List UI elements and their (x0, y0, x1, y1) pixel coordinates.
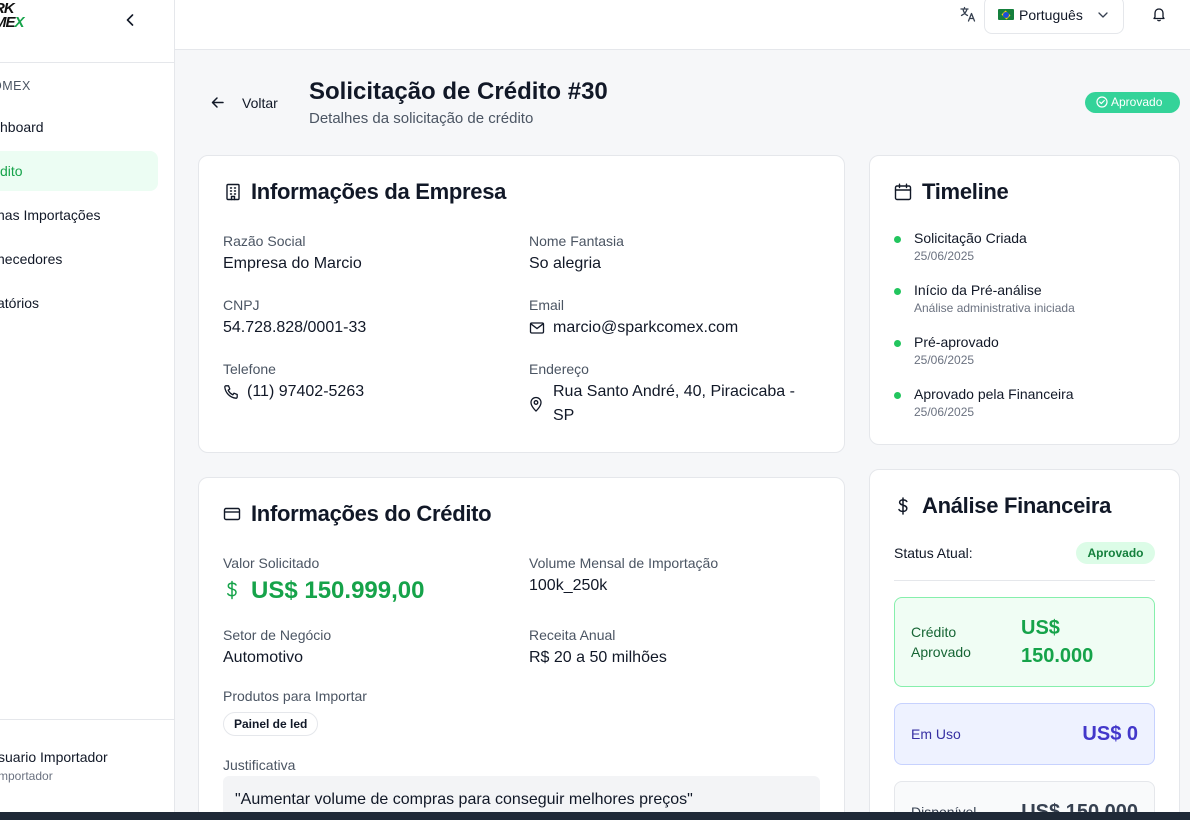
timeline-title: Timeline (922, 179, 1009, 204)
credit-card-title: Informações do Crédito (251, 501, 492, 526)
check-circle-icon (1096, 96, 1108, 108)
timeline-event-sub: 25/06/2025 (914, 249, 975, 263)
company-card-title: Informações da Empresa (251, 179, 507, 204)
email-label: Email (529, 297, 565, 313)
sidebar-item-label: necedores (0, 251, 63, 267)
map-pin-icon (530, 396, 542, 412)
timeline-dot (894, 340, 901, 347)
user-name: suario Importador (0, 749, 108, 765)
credit-card-icon (223, 507, 241, 521)
dollar-icon (227, 580, 237, 600)
sidebar-section-label: OMEX (0, 79, 31, 93)
timeline-event-title: Pré-aprovado (914, 334, 999, 350)
product-tag: Painel de led (223, 712, 319, 736)
status-badge-label: Aprovado (1111, 95, 1163, 109)
setor-value: Automotivo (223, 649, 304, 666)
valor-solicitado-label: Valor Solicitado (223, 555, 320, 571)
mail-icon (529, 322, 545, 334)
topbar: Português (175, 0, 1190, 50)
nome-fantasia-value: So alegria (529, 255, 602, 272)
volume-mensal-value: 100k_250k (529, 577, 608, 594)
sidebar-item-credito[interactable]: dito (0, 151, 158, 191)
phone-icon (224, 385, 238, 399)
sidebar-item-label: has Importações (0, 207, 101, 223)
timeline-event-sub: Análise administrativa iniciada (914, 301, 1075, 315)
sidebar-item-dashboard[interactable]: hboard (0, 107, 158, 147)
financial-status-label: Status Atual: (894, 545, 973, 561)
timeline-dot (894, 288, 901, 295)
in-use-value: US$ 0 (1082, 723, 1138, 745)
justificativa-label: Justificativa (223, 757, 296, 773)
razao-social-value: Empresa do Marcio (223, 255, 362, 272)
sidebar-divider (0, 62, 174, 63)
nome-fantasia-label: Nome Fantasia (529, 233, 624, 249)
sidebar-item-importacoes[interactable]: has Importações (0, 195, 158, 235)
volume-mensal-label: Volume Mensal de Importação (529, 555, 719, 571)
endereco-line-1: Rua Santo André, 40, Piracicaba - (553, 383, 795, 400)
approved-credit-value-1: US$ (1021, 617, 1060, 639)
timeline-event-sub: 25/06/2025 (914, 353, 975, 367)
status-badge: Aprovado (1085, 92, 1180, 113)
page-subtitle: Detalhes da solicitação de crédito (309, 110, 534, 127)
sidebar-item-fornecedores[interactable]: necedores (0, 239, 158, 279)
page-title: Solicitação de Crédito #30 (309, 78, 608, 105)
approved-credit-label-1: Crédito (911, 624, 957, 640)
timeline-event-sub: 25/06/2025 (914, 405, 975, 419)
timeline-dot (894, 392, 901, 399)
translate-icon[interactable] (959, 5, 977, 23)
justificativa-value: "Aumentar volume de compras para consegu… (235, 791, 693, 808)
bell-icon[interactable] (1151, 6, 1167, 22)
sidebar: RKMEX OMEX hboard dito has Importações n… (0, 0, 175, 812)
dollar-icon (898, 497, 908, 515)
timeline-dot (894, 236, 901, 243)
brazil-flag-icon (998, 9, 1014, 20)
timeline-event-title: Aprovado pela Financeira (914, 386, 1074, 402)
financial-status-badge: Aprovado (1076, 542, 1155, 564)
approved-credit-box: Crédito Aprovado US$ 150.000 (894, 597, 1155, 687)
calendar-icon (894, 183, 912, 201)
arrow-left-icon (211, 97, 224, 108)
receita-value: R$ 20 a 50 milhões (529, 649, 667, 666)
telefone-label: Telefone (223, 361, 276, 377)
language-label: Português (1019, 7, 1083, 23)
in-use-box: Em Uso US$ 0 (894, 703, 1155, 765)
endereco-label: Endereço (529, 361, 589, 377)
receita-label: Receita Anual (529, 627, 616, 643)
window-bottom-bar (0, 812, 1190, 820)
razao-social-label: Razão Social (223, 233, 306, 249)
endereco-line-2: SP (553, 407, 575, 424)
cnpj-value: 54.728.828/0001-33 (223, 319, 367, 336)
spark-comex-logo: RKMEX (0, 0, 25, 31)
produtos-label: Produtos para Importar (223, 688, 367, 704)
timeline-event-title: Início da Pré-análise (914, 282, 1042, 298)
chevron-down-icon (1098, 12, 1108, 18)
email-value: marcio@sparkcomex.com (553, 319, 739, 336)
telefone-value: (11) 97402-5263 (247, 383, 365, 400)
in-use-label: Em Uso (911, 726, 961, 742)
sidebar-item-relatorios[interactable]: atórios (0, 283, 158, 323)
cnpj-label: CNPJ (223, 297, 260, 313)
sidebar-divider (0, 719, 174, 720)
sidebar-item-label: atórios (0, 295, 40, 311)
financial-title: Análise Financeira (922, 493, 1112, 518)
financial-divider (894, 580, 1155, 581)
language-select[interactable]: Português (984, 0, 1124, 34)
timeline-event-title: Solicitação Criada (914, 230, 1027, 246)
chevron-left-icon[interactable] (122, 12, 138, 28)
setor-label: Setor de Negócio (223, 627, 332, 643)
sidebar-item-label: hboard (0, 119, 44, 135)
approved-credit-value-2: 150.000 (1021, 645, 1094, 667)
valor-solicitado-value: US$ 150.999,00 (251, 577, 425, 604)
sidebar-item-label: dito (0, 163, 23, 179)
user-role: mportador (0, 769, 53, 783)
approved-credit-label-2: Aprovado (911, 644, 971, 660)
back-label: Voltar (242, 95, 278, 111)
building-icon (226, 183, 240, 201)
